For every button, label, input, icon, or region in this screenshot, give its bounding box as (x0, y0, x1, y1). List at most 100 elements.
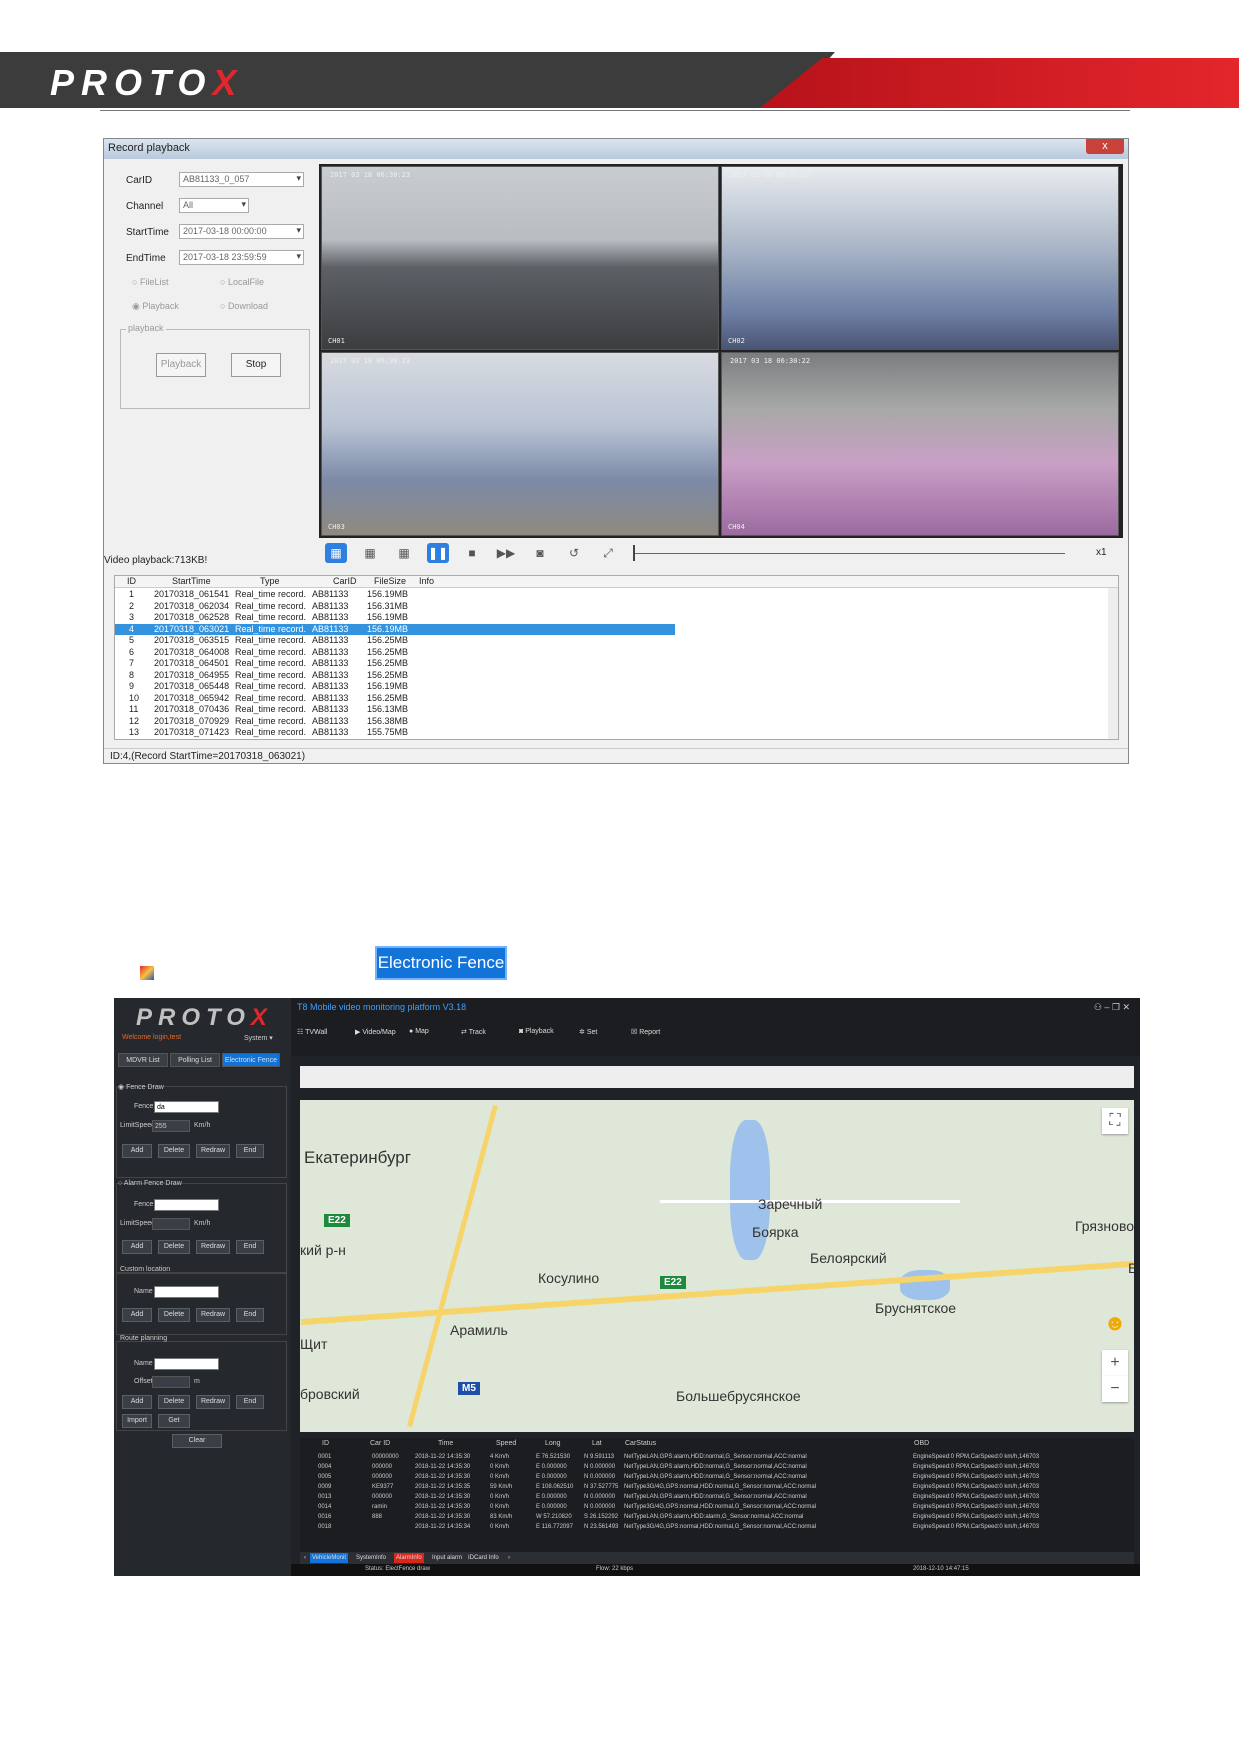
offset-input[interactable] (152, 1376, 190, 1388)
limit-speed-input[interactable]: 255 (152, 1120, 190, 1132)
video-channel-4[interactable]: 2017 03 18 06:30:22 CH04 (721, 352, 1119, 536)
table-row[interactable]: 11 20170318_070436 Real_time record. AB8113… (115, 704, 675, 715)
tabs-next-icon[interactable]: › (506, 1553, 512, 1563)
table-row[interactable]: 0018 2018-11-22 14:35:34 0 Km/h E 116.77209… (300, 1524, 1134, 1534)
table-row[interactable]: 7 20170318_064501 Real_time record. AB81133… (115, 658, 675, 669)
location-name-select[interactable] (154, 1286, 219, 1298)
menu-map[interactable]: ● Map (409, 1028, 429, 1035)
tab-mdvr-list[interactable]: MDVR List (118, 1053, 168, 1067)
progress-handle[interactable] (633, 545, 635, 561)
stop-button[interactable]: Stop (231, 353, 281, 377)
channel-select[interactable]: All (179, 198, 249, 213)
zoom-in-icon[interactable]: + (1102, 1350, 1128, 1376)
tabs-prev-icon[interactable]: ‹ (302, 1553, 308, 1563)
table-row[interactable]: 8 20170318_064955 Real_time record. AB81133… (115, 670, 675, 681)
redraw-button[interactable]: Redraw (196, 1308, 230, 1322)
menu-playback[interactable]: ◙ Playback (519, 1028, 554, 1035)
add-button[interactable]: Add (122, 1395, 152, 1409)
clear-button[interactable]: Clear (172, 1434, 222, 1448)
end-button[interactable]: End (236, 1395, 264, 1409)
fence-select[interactable]: da (154, 1101, 219, 1113)
electronic-fence-button[interactable]: Electronic Fence (375, 946, 507, 980)
table-row[interactable]: 0001 00000000 2018-11-22 14:35:30 4 Km/h E 7… (300, 1454, 1134, 1464)
playback-button[interactable]: Playback (156, 353, 206, 377)
menu-set[interactable]: ✲ Set (579, 1028, 597, 1036)
start-time-field[interactable]: 2017-03-18 00:00:00 (179, 224, 304, 239)
table-row[interactable]: 3 20170318_062528 Real_time record. AB81133… (115, 612, 675, 623)
table-row[interactable]: 0005 000000 2018-11-22 14:35:30 0 Km/h E 0.0… (300, 1474, 1134, 1484)
table-row[interactable]: 2 20170318_062034 Real_time record. AB81133… (115, 601, 675, 612)
history-icon[interactable]: ↺ (563, 543, 585, 563)
import-button[interactable]: Import (122, 1414, 152, 1428)
map-view[interactable]: Екатеринбург Заречный Боярка Грязново Бе… (300, 1100, 1134, 1432)
delete-button[interactable]: Delete (158, 1240, 190, 1254)
route-name-select[interactable] (154, 1358, 219, 1370)
table-row[interactable]: 0016 888 2018-11-22 14:35:30 83 Km/h W 57.21… (300, 1514, 1134, 1524)
system-menu[interactable]: System ▾ (244, 1034, 273, 1042)
end-button[interactable]: End (236, 1144, 264, 1158)
radio-playback[interactable]: ◉ Playback (132, 301, 179, 312)
add-button[interactable]: Add (122, 1308, 152, 1322)
pegman-icon[interactable]: ☻ (1102, 1310, 1128, 1336)
delete-button[interactable]: Delete (158, 1144, 190, 1158)
layout-16-icon[interactable]: ▦ (393, 543, 415, 563)
fullscreen-icon[interactable]: ⛶ (1102, 1108, 1128, 1134)
get-button[interactable]: Get (158, 1414, 190, 1428)
layout-4-icon[interactable]: ▦ (325, 543, 347, 563)
tab-input-alarm[interactable]: Input alarm (430, 1553, 464, 1563)
table-scrollbar[interactable] (1108, 588, 1118, 739)
add-button[interactable]: Add (122, 1240, 152, 1254)
table-row[interactable]: 0013 000000 2018-11-22 14:35:30 0 Km/h E 0.0… (300, 1494, 1134, 1504)
radio-localfile[interactable]: ○ LocalFile (220, 277, 264, 287)
stop-icon[interactable]: ■ (461, 543, 483, 563)
video-channel-3[interactable]: 2017 03 18 06:30:23 CH03 (321, 352, 719, 536)
menu-track[interactable]: ⇄ Track (461, 1028, 486, 1036)
layout-9-icon[interactable]: ▦ (359, 543, 381, 563)
menu-video-map[interactable]: ▶ Video/Map (355, 1028, 396, 1036)
fast-forward-icon[interactable]: ▶▶ (495, 543, 517, 563)
table-row[interactable]: 10 20170318_065942 Real_time record. AB8113… (115, 693, 675, 704)
delete-button[interactable]: Delete (158, 1395, 190, 1409)
menu-report[interactable]: ☒ Report (631, 1028, 660, 1036)
redraw-button[interactable]: Redraw (196, 1144, 230, 1158)
radio-download[interactable]: ○ Download (220, 301, 268, 311)
table-row[interactable]: 0009 KE9377 2018-11-22 14:35:35 59 Km/h E 10… (300, 1484, 1134, 1494)
video-channel-2[interactable]: 2017 03 18 06:30:22 CH02 (721, 166, 1119, 350)
table-row[interactable]: 13 20170318_071423 Real_time record. AB8113… (115, 727, 675, 738)
close-button[interactable]: x (1086, 139, 1124, 154)
end-time-field[interactable]: 2017-03-18 23:59:59 (179, 250, 304, 265)
fullscreen-icon[interactable]: ⤢ (597, 543, 619, 563)
table-row[interactable]: 9 20170318_065448 Real_time record. AB81133… (115, 681, 675, 692)
tab-alarm-info[interactable]: AlarmInfo (394, 1553, 424, 1563)
end-button[interactable]: End (236, 1308, 264, 1322)
tab-system-info[interactable]: SystemInfo (354, 1553, 388, 1563)
table-row[interactable]: 0004 000000 2018-11-22 14:35:30 0 Km/h E 0.0… (300, 1464, 1134, 1474)
menu-tvwall[interactable]: ☷ TVWall (297, 1028, 327, 1036)
window-controls[interactable]: ⚇ – ❐ ✕ (1094, 1002, 1130, 1013)
video-channel-1[interactable]: 2017 03 18 06:30:23 CH01 (321, 166, 719, 350)
table-row[interactable]: 5 20170318_063515 Real_time record. AB81133… (115, 635, 675, 646)
table-row[interactable]: 6 20170318_064008 Real_time record. AB81133… (115, 647, 675, 658)
table-row[interactable]: 1 20170318_061541 Real_time record. AB81133… (115, 589, 675, 600)
table-row[interactable]: 0014 ramin 2018-11-22 14:35:30 0 Km/h E 0.00… (300, 1504, 1134, 1514)
carid-select[interactable]: AB81133_0_057 (179, 172, 304, 187)
fence-draw-radio[interactable]: ◉ Fence Draw (118, 1083, 164, 1091)
table-row[interactable]: 4 20170318_063021 Real_time record. AB81133… (115, 623, 675, 635)
alarm-limit-input[interactable] (152, 1218, 190, 1230)
camera-icon[interactable]: ◙ (529, 543, 551, 563)
end-button[interactable]: End (236, 1240, 264, 1254)
add-button[interactable]: Add (122, 1144, 152, 1158)
zoom-out-icon[interactable]: − (1102, 1376, 1128, 1402)
tab-vehicle-monitor[interactable]: VehicleMonit (310, 1553, 349, 1563)
table-row[interactable]: 12 20170318_070929 Real_time record. AB8113… (115, 716, 675, 727)
tab-electronic-fence[interactable]: Electronic Fence (222, 1053, 280, 1067)
alarm-fence-radio[interactable]: ○ Alarm Fence Draw (118, 1180, 182, 1187)
alarm-fence-select[interactable] (154, 1199, 219, 1211)
delete-button[interactable]: Delete (158, 1308, 190, 1322)
progress-track[interactable] (633, 553, 1065, 554)
radio-filelist[interactable]: ○ FileList (132, 277, 168, 287)
tab-idcard-info[interactable]: IDCard Info (466, 1553, 501, 1563)
pause-icon[interactable]: ❚❚ (427, 543, 449, 563)
redraw-button[interactable]: Redraw (196, 1395, 230, 1409)
redraw-button[interactable]: Redraw (196, 1240, 230, 1254)
